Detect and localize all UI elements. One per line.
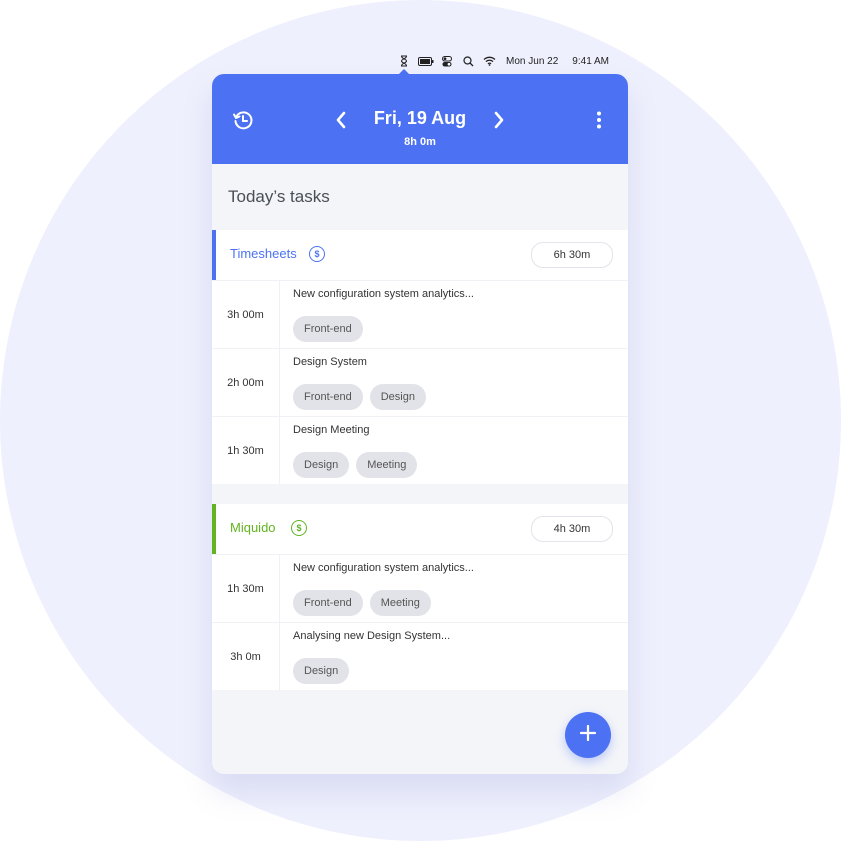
task-title: New configuration system analytics... (293, 562, 474, 574)
project-name: Miquido (230, 520, 276, 535)
task-tag[interactable]: Front-end (293, 590, 363, 616)
project-total-badge: 6h 30m (531, 242, 613, 268)
task-tag[interactable]: Meeting (356, 452, 418, 478)
project-color-bar (212, 230, 216, 280)
task-duration: 2h 00m (212, 349, 280, 416)
task-tag[interactable]: Front-end (293, 316, 363, 342)
wifi-icon[interactable] (482, 54, 498, 68)
task-row[interactable]: 2h 00m Design System Front-end Design (212, 349, 628, 417)
project-color-bar (212, 504, 216, 554)
project-card: Timesheets $ 6h 30m 3h 00m New configura… (212, 230, 628, 484)
header: Fri, 19 Aug 8h 0m (212, 74, 628, 164)
billable-dollar-icon: $ (309, 246, 325, 262)
hourglass-icon[interactable] (396, 54, 412, 68)
day-total: 8h 0m (404, 136, 436, 148)
task-row[interactable]: 3h 0m Analysing new Design System... Des… (212, 623, 628, 690)
search-icon[interactable] (460, 54, 476, 68)
task-title: Analysing new Design System... (293, 630, 451, 642)
task-duration: 1h 30m (212, 417, 280, 484)
task-duration: 1h 30m (212, 555, 280, 622)
battery-icon[interactable] (417, 54, 434, 68)
menubar-time[interactable]: 9:41 AM (572, 56, 609, 67)
add-task-button[interactable] (565, 712, 611, 758)
task-duration: 3h 0m (212, 623, 280, 690)
task-tag[interactable]: Front-end (293, 384, 363, 410)
task-title: Design Meeting (293, 424, 370, 436)
system-menubar: Mon Jun 22 9:41 AM (396, 53, 620, 69)
project-card: Miquido $ 4h 30m 1h 30m New configuratio… (212, 504, 628, 690)
task-tag[interactable]: Design (369, 384, 426, 410)
chevron-right-icon[interactable] (490, 110, 508, 130)
project-header[interactable]: Timesheets $ 6h 30m (212, 230, 628, 281)
project-name: Timesheets (230, 246, 297, 261)
task-title: Design System (293, 356, 367, 368)
menubar-date[interactable]: Mon Jun 22 (506, 56, 558, 67)
more-vertical-icon[interactable] (592, 110, 606, 130)
task-tag[interactable]: Design (293, 452, 350, 478)
timesheet-popover: Fri, 19 Aug 8h 0m Today’s tasks Timeshee… (212, 74, 628, 774)
control-center-icon[interactable] (439, 54, 455, 68)
task-row[interactable]: 1h 30m New configuration system analytic… (212, 555, 628, 623)
task-title: New configuration system analytics... (293, 288, 474, 300)
project-total-badge: 4h 30m (531, 516, 613, 542)
task-tag[interactable]: Meeting (369, 590, 431, 616)
section-title: Today’s tasks (228, 187, 330, 206)
task-duration: 3h 00m (212, 281, 280, 348)
task-row[interactable]: 3h 00m New configuration system analytic… (212, 281, 628, 349)
current-date: Fri, 19 Aug (373, 108, 467, 128)
project-header[interactable]: Miquido $ 4h 30m (212, 504, 628, 555)
task-tag[interactable]: Design (293, 658, 350, 684)
plus-icon (579, 724, 597, 747)
task-row[interactable]: 1h 30m Design Meeting Design Meeting (212, 417, 628, 484)
billable-dollar-icon: $ (291, 520, 307, 536)
